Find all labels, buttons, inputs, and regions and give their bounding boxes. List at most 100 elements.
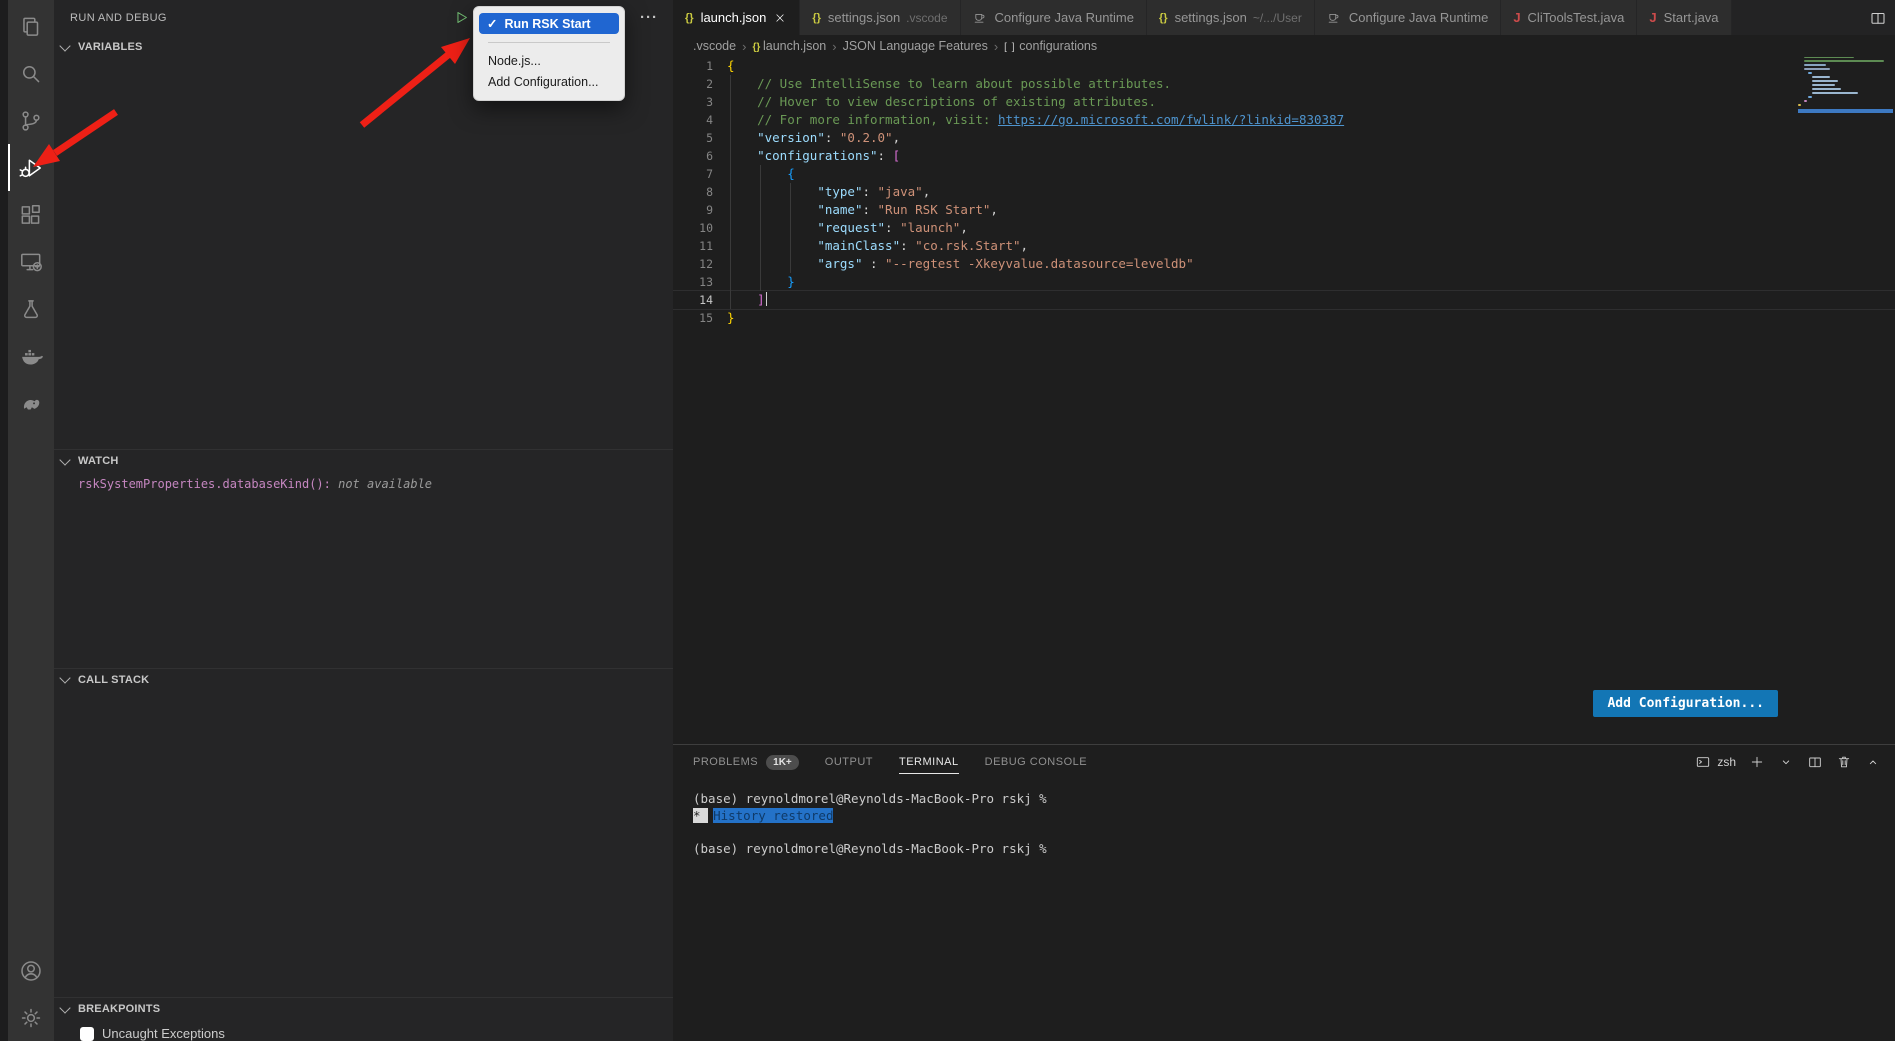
editor-tab-bar: {}launch.json{}settings.json.vscodeConfi…: [673, 0, 1895, 35]
panel-tab-label: PROBLEMS: [693, 756, 758, 768]
panel-tab-output[interactable]: OUTPUT: [825, 745, 873, 779]
breadcrumb-separator: ›: [994, 39, 998, 54]
panel-tab-problems[interactable]: PROBLEMS 1K+: [693, 745, 799, 779]
code-line-4[interactable]: 4 // For more information, visit: https:…: [673, 111, 1895, 129]
tab-settings-json[interactable]: {}settings.json~/.../User: [1147, 0, 1315, 35]
dropdown-item-add-configuration[interactable]: Add Configuration...: [479, 72, 619, 93]
tab-start-java[interactable]: JStart.java: [1637, 0, 1731, 35]
add-configuration-button[interactable]: Add Configuration...: [1593, 690, 1778, 717]
problems-count-badge: 1K+: [766, 755, 799, 770]
code-line-13[interactable]: 13 }: [673, 273, 1895, 291]
checkmark-icon: ✓: [487, 16, 497, 31]
watch-section-header[interactable]: WATCH: [54, 450, 673, 472]
minimap-current-line-highlight: [1798, 109, 1893, 113]
tab-configure-java-runtime[interactable]: Configure Java Runtime: [961, 0, 1147, 35]
code-editor[interactable]: 1{2 // Use IntelliSense to learn about p…: [673, 57, 1895, 744]
tab-label: settings.json: [1175, 10, 1247, 25]
terminal-shell-chip[interactable]: zsh: [1695, 754, 1736, 770]
line-number: 4: [673, 111, 727, 129]
code-line-1[interactable]: 1{: [673, 57, 1895, 75]
shell-label: zsh: [1717, 755, 1736, 769]
code-line-text: }: [727, 273, 795, 291]
close-icon[interactable]: [773, 11, 787, 25]
tab-settings-json[interactable]: {}settings.json.vscode: [800, 0, 960, 35]
dropdown-selected-run-rsk-start[interactable]: ✓ Run RSK Start: [479, 13, 619, 34]
activity-item-source-control[interactable]: [8, 97, 54, 144]
panel-tab-label: OUTPUT: [825, 756, 873, 768]
debug-configuration-dropdown: ✓ Run RSK Start Node.js... Add Configura…: [473, 6, 625, 101]
activity-item-gradle[interactable]: [8, 379, 54, 426]
line-number: 8: [673, 183, 727, 201]
code-line-7[interactable]: 7 {: [673, 165, 1895, 183]
checkbox-unchecked-icon[interactable]: [80, 1027, 94, 1041]
watch-section: WATCH rskSystemProperties.databaseKind()…: [54, 449, 673, 668]
new-terminal-plus-icon[interactable]: [1749, 754, 1765, 770]
code-line-9[interactable]: 9 "name": "Run RSK Start",: [673, 201, 1895, 219]
tab-launch-json[interactable]: {}launch.json: [673, 0, 800, 35]
call-stack-section-header[interactable]: CALL STACK: [54, 669, 673, 691]
activity-item-settings[interactable]: [8, 994, 54, 1041]
line-number: 9: [673, 201, 727, 219]
split-terminal-icon[interactable]: [1807, 754, 1823, 770]
code-line-8[interactable]: 8 "type": "java",: [673, 183, 1895, 201]
watch-value: not available: [338, 477, 432, 491]
code-line-text: // Use IntelliSense to learn about possi…: [727, 75, 1171, 93]
breadcrumb-item--vscode[interactable]: .vscode: [693, 39, 736, 53]
activity-item-run-and-debug[interactable]: [8, 144, 54, 191]
breadcrumb-item-configurations[interactable]: [ ] configurations: [1004, 39, 1097, 53]
activity-item-accounts[interactable]: [8, 947, 54, 994]
panel-actions: zsh: [1695, 754, 1881, 770]
code-line-10[interactable]: 10 "request": "launch",: [673, 219, 1895, 237]
panel-tab-debug-console[interactable]: DEBUG CONSOLE: [985, 745, 1087, 779]
breakpoints-section-header[interactable]: BREAKPOINTS: [54, 998, 673, 1020]
kill-terminal-trash-icon[interactable]: [1836, 754, 1852, 770]
gradle-icon: [18, 390, 44, 416]
breadcrumb-item-launch-json[interactable]: {} launch.json: [752, 39, 826, 53]
debug-start-icon[interactable]: [453, 9, 470, 26]
activity-item-search[interactable]: [8, 50, 54, 97]
maximize-panel-chevron-up-icon[interactable]: [1865, 754, 1881, 770]
terminal-line: (base) reynoldmorel@Reynolds-MacBook-Pro…: [693, 841, 1895, 858]
minimap[interactable]: [1798, 57, 1893, 113]
dropdown-separator: [488, 42, 610, 43]
tab-clitoolstest-java[interactable]: JCliToolsTest.java: [1501, 0, 1637, 35]
code-line-text: {: [727, 57, 735, 75]
code-line-12[interactable]: 12 "args" : "--regtest -Xkeyvalue.dataso…: [673, 255, 1895, 273]
docker-icon: [18, 343, 44, 369]
code-line-2[interactable]: 2 // Use IntelliSense to learn about pos…: [673, 75, 1895, 93]
code-line-15[interactable]: 15}: [673, 309, 1895, 327]
code-line-text: ]: [727, 291, 767, 309]
views-more-actions-icon[interactable]: ···: [640, 13, 658, 23]
run-and-debug-sidebar: RUN AND DEBUG ··· VARIABLES WATCH rskSys…: [54, 0, 673, 1041]
json-file-icon: {}: [1159, 12, 1168, 24]
code-line-3[interactable]: 3 // Hover to view descriptions of exist…: [673, 93, 1895, 111]
watch-expression-item[interactable]: rskSystemProperties.databaseKind(): not …: [78, 477, 673, 491]
symbol-array-icon: [ ]: [1004, 42, 1019, 53]
launch-profile-chevron-down-icon[interactable]: [1778, 754, 1794, 770]
activity-item-docker[interactable]: [8, 332, 54, 379]
code-line-14[interactable]: 14 ]: [673, 291, 1895, 309]
dropdown-item-nodejs[interactable]: Node.js...: [479, 51, 619, 72]
chevron-down-icon: [59, 454, 70, 465]
activity-bar: [8, 0, 54, 1041]
code-line-6[interactable]: 6 "configurations": [: [673, 147, 1895, 165]
code-line-11[interactable]: 11 "mainClass": "co.rsk.Start",: [673, 237, 1895, 255]
split-editor-icon[interactable]: [1869, 9, 1887, 27]
terminal-output[interactable]: (base) reynoldmorel@Reynolds-MacBook-Pro…: [673, 779, 1895, 1041]
activity-item-testing[interactable]: [8, 285, 54, 332]
breadcrumb-item-json-language-features[interactable]: JSON Language Features: [843, 39, 988, 53]
activity-item-explorer[interactable]: [8, 3, 54, 50]
dropdown-selected-label: Run RSK Start: [504, 17, 590, 31]
activity-item-remote-explorer[interactable]: [8, 238, 54, 285]
panel-tab-terminal[interactable]: TERMINAL: [899, 745, 959, 779]
line-number: 13: [673, 273, 727, 291]
chevron-down-icon: [59, 40, 70, 51]
code-line-5[interactable]: 5 "version": "0.2.0",: [673, 129, 1895, 147]
breakpoint-uncaught-exceptions[interactable]: Uncaught Exceptions: [80, 1026, 673, 1041]
breakpoints-label: BREAKPOINTS: [78, 1003, 160, 1015]
breadcrumb-label: .vscode: [693, 39, 736, 53]
tab-configure-java-runtime[interactable]: Configure Java Runtime: [1315, 0, 1501, 35]
settings-icon: [18, 1005, 44, 1031]
activity-item-extensions[interactable]: [8, 191, 54, 238]
code-line-text: "type": "java",: [727, 183, 930, 201]
